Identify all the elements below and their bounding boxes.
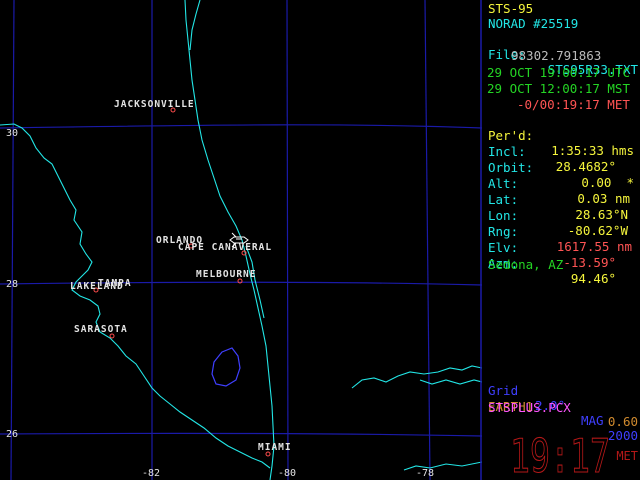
stat-value: 94.46° [570, 271, 616, 286]
met-clock-label: MET [616, 449, 638, 463]
epoch-value: 98302.791863 [511, 48, 602, 63]
telemetry-panel: STS-95 NORAD #25519 File: STS95R33.TXT 9… [483, 0, 640, 480]
florida-coastline [0, 0, 482, 480]
lon-tick-82: -82 [142, 468, 160, 479]
norad-id: NORAD #25519 [488, 16, 579, 31]
mission-title: STS-95 [488, 1, 534, 16]
met-clock-digits: 19:17 [510, 432, 610, 476]
lat-tick-30: 30 [6, 128, 18, 139]
lat-tick-26: 26 [6, 429, 18, 440]
city-label-melbourne: MELBOURNE [196, 269, 256, 280]
city-label-miami: MIAMI [258, 442, 292, 453]
city-label-tampa: TAMPA [98, 278, 132, 289]
image-file: STSPLUS.PCX [488, 400, 571, 415]
city-label-sarasota: SARASOTA [74, 324, 128, 335]
city-label-cape-canaveral: CAPE CANAVERAL [178, 242, 272, 253]
lat-lon-grid [0, 0, 482, 480]
mst-time: 29 OCT 12:00:17 MST [487, 81, 630, 96]
ground-track-map[interactable]: JACKSONVILLE ORLANDO CAPE CANAVERAL MELB… [0, 0, 482, 480]
met-clock: 19:17 [510, 432, 610, 476]
lake-okeechobee [211, 347, 241, 387]
met-time: -0/00:19:17 MET [517, 97, 630, 112]
utc-time: 29 OCT 19:00:17 UTC [487, 65, 630, 80]
earth-value: 0.60 [607, 414, 638, 429]
observer-location: Sedona, AZ [488, 257, 564, 272]
lat-tick-28: 28 [6, 279, 18, 290]
city-label-jacksonville: JACKSONVILLE [114, 99, 195, 110]
lon-tick-78: -78 [416, 468, 434, 479]
lon-tick-80: -80 [278, 468, 296, 479]
